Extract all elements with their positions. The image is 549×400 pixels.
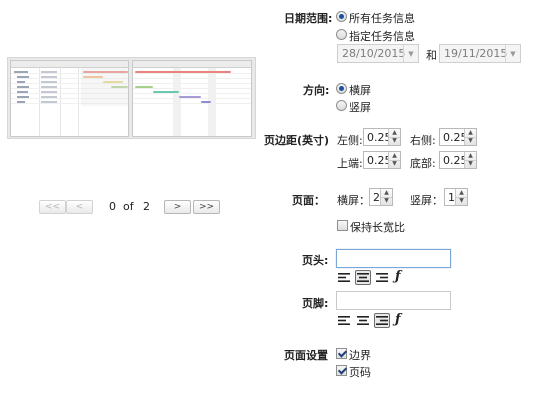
footer-align-right-button[interactable]	[374, 313, 390, 328]
date-range-label: 日期范围:	[284, 12, 333, 25]
end-date-value: 19/11/2015	[444, 47, 508, 60]
chevron-down-icon[interactable]: ▼	[403, 45, 418, 62]
pages-label: 页面：	[292, 194, 325, 207]
align-right-icon	[376, 273, 388, 282]
arrow-down-icon[interactable]: ▼	[465, 136, 476, 146]
arrow-up-icon[interactable]: ▲	[389, 129, 400, 137]
margin-left-label: 左侧:	[337, 134, 363, 147]
function-icon[interactable]: ƒ	[395, 312, 401, 327]
arrow-up-icon[interactable]: ▲	[381, 189, 392, 197]
total-pages: 2	[143, 200, 150, 213]
radio-all-tasks[interactable]	[336, 11, 347, 22]
pages-vertical-stepper[interactable]: 1 ▲ ▼	[444, 188, 468, 206]
function-icon[interactable]: ƒ	[395, 269, 401, 284]
align-center-icon	[357, 273, 369, 282]
arrow-up-icon[interactable]: ▲	[465, 129, 476, 137]
page-of-label: of	[123, 200, 134, 213]
arrow-down-icon[interactable]: ▼	[389, 136, 400, 146]
border-checkbox[interactable]	[336, 348, 347, 359]
footer-input[interactable]	[336, 291, 451, 310]
first-page-button[interactable]: <<	[39, 200, 66, 214]
header-label: 页头:	[302, 254, 329, 267]
portrait-label[interactable]: 竖屏	[349, 99, 371, 115]
margin-right-stepper[interactable]: 0.25 ▲ ▼	[439, 128, 477, 146]
radio-landscape[interactable]	[336, 83, 347, 94]
margins-label: 页边距(英寸)	[264, 134, 330, 147]
margin-top-stepper[interactable]: 0.25 ▲ ▼	[363, 151, 401, 169]
header-align-right-button[interactable]	[374, 270, 390, 285]
header-input[interactable]	[336, 249, 451, 268]
start-date-value: 28/10/2015	[342, 47, 406, 60]
margin-bottom-label: 底部:	[410, 157, 436, 170]
header-align-left-button[interactable]	[336, 270, 352, 285]
radio-portrait[interactable]	[336, 100, 347, 111]
margin-top-label: 上端:	[337, 157, 363, 170]
margin-left-stepper[interactable]: 0.25 ▲ ▼	[363, 128, 401, 146]
and-label: 和	[426, 49, 437, 62]
arrow-down-icon[interactable]: ▼	[381, 196, 392, 206]
arrow-down-icon[interactable]: ▼	[456, 196, 467, 206]
specified-tasks-label[interactable]: 指定任务信息	[349, 28, 415, 44]
arrow-down-icon[interactable]: ▼	[465, 159, 476, 169]
pages-vertical-value: 1	[448, 190, 455, 204]
all-tasks-label[interactable]: 所有任务信息	[349, 10, 415, 26]
footer-align-left-button[interactable]	[336, 313, 352, 328]
keep-aspect-label[interactable]: 保持长宽比	[350, 219, 405, 235]
align-center-icon	[357, 316, 369, 325]
pages-horizontal-value: 2	[373, 190, 380, 204]
previous-page-button[interactable]: <	[66, 200, 93, 214]
landscape-label[interactable]: 横屏	[349, 82, 371, 98]
footer-label: 页脚:	[302, 297, 329, 310]
start-date-picker[interactable]: 28/10/2015 ▼	[337, 44, 419, 63]
page-2-grid-header	[133, 61, 251, 68]
page-number-checkbox[interactable]	[336, 365, 347, 376]
arrow-up-icon[interactable]: ▲	[389, 152, 400, 160]
border-label[interactable]: 边界	[349, 347, 371, 363]
orientation-label: 方向:	[303, 84, 330, 97]
page-1-grid-header	[11, 61, 128, 68]
chevron-down-icon[interactable]: ▼	[505, 45, 520, 62]
pages-horizontal-label: 横屏：	[337, 194, 370, 207]
margin-right-label: 右侧:	[410, 134, 436, 147]
end-date-picker[interactable]: 19/11/2015 ▼	[439, 44, 521, 63]
pages-horizontal-stepper[interactable]: 2 ▲ ▼	[369, 188, 393, 206]
header-align-center-button[interactable]	[355, 270, 371, 285]
page-number-label[interactable]: 页码	[349, 364, 371, 380]
keep-aspect-checkbox[interactable]	[337, 220, 348, 231]
next-page-button[interactable]: >	[164, 200, 191, 214]
current-page-number: 0	[109, 200, 116, 213]
radio-specified-tasks[interactable]	[336, 29, 347, 40]
align-left-icon	[338, 316, 350, 325]
pages-vertical-label: 竖屏：	[410, 194, 443, 207]
preview-page-2	[132, 60, 252, 137]
arrow-down-icon[interactable]: ▼	[389, 159, 400, 169]
align-left-icon	[338, 273, 350, 282]
page-setup-label: 页面设置	[284, 349, 328, 362]
align-right-icon	[376, 316, 388, 325]
margin-bottom-stepper[interactable]: 0.25 ▲ ▼	[439, 151, 477, 169]
preview-page-1	[10, 60, 129, 137]
arrow-up-icon[interactable]: ▲	[465, 152, 476, 160]
print-preview	[7, 57, 256, 139]
last-page-button[interactable]: >>	[193, 200, 220, 214]
arrow-up-icon[interactable]: ▲	[456, 189, 467, 197]
footer-align-center-button[interactable]	[355, 313, 371, 328]
